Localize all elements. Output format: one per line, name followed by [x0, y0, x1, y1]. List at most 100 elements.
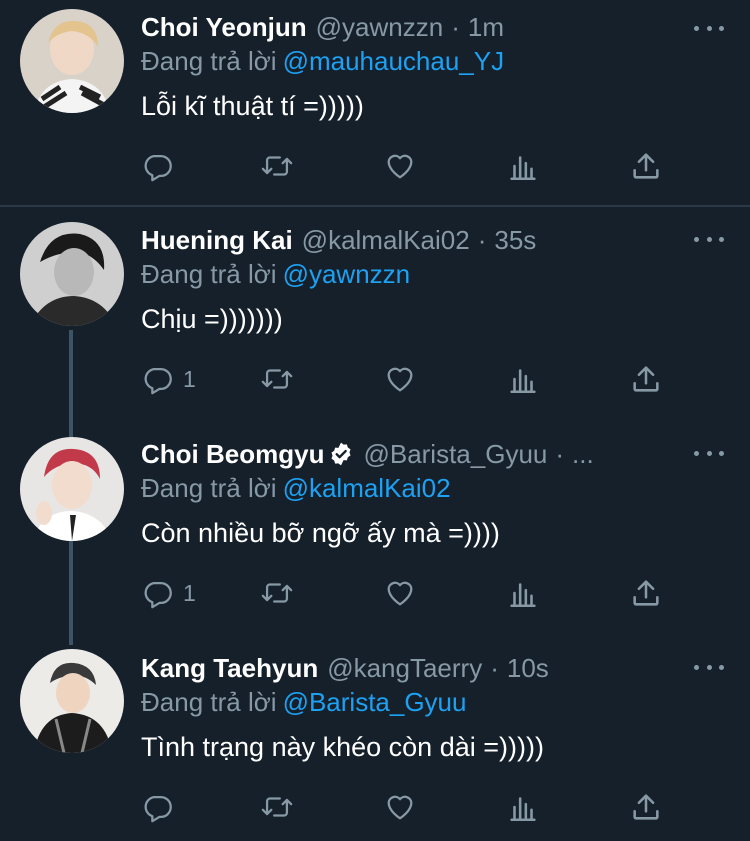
tweet-text: Còn nhiều bỡ ngỡ ấy mà =))))	[141, 518, 500, 548]
like-button[interactable]	[383, 148, 417, 184]
analytics-icon	[510, 583, 536, 608]
share-icon	[633, 794, 659, 820]
retweet-icon	[261, 369, 293, 389]
avatar[interactable]	[20, 649, 124, 753]
user-handle[interactable]: @yawnzzn	[316, 12, 444, 43]
thread-separator	[0, 205, 750, 207]
replying-to: Đang trả lời @Barista_Gyuu	[141, 687, 466, 718]
display-name[interactable]: Choi Beomgyu	[141, 439, 324, 470]
retweet-icon	[261, 156, 293, 176]
user-handle[interactable]: @kalmalKai02	[302, 225, 470, 256]
reply-button[interactable]: 1	[141, 361, 196, 397]
more-icon[interactable]	[694, 443, 724, 463]
verified-badge-icon	[331, 442, 351, 466]
retweet-button[interactable]	[260, 575, 294, 611]
tweet-header: Choi Yeonjun @yawnzzn · 1m	[141, 9, 691, 45]
analytics-icon	[510, 369, 536, 394]
user-handle[interactable]: @Barista_Gyuu	[363, 439, 547, 470]
reply-count: 1	[183, 579, 196, 606]
timestamp[interactable]: ...	[572, 439, 594, 470]
replying-mention[interactable]: @kalmalKai02	[283, 473, 451, 503]
share-icon	[633, 366, 659, 392]
analytics-icon	[510, 797, 536, 822]
tweet-item[interactable]: Choi Yeonjun @yawnzzn · 1m Đang trả lời @…	[0, 0, 750, 205]
display-name[interactable]: Kang Taehyun	[141, 653, 318, 684]
timestamp[interactable]: 35s	[494, 225, 536, 256]
tweet-text: Lỗi kĩ thuật tí =)))))	[141, 91, 364, 121]
tweet-header: Choi Beomgyu @Barista_Gyuu · ...	[141, 436, 691, 472]
tweet-header: Kang Taehyun @kangTaerry · 10s	[141, 650, 691, 686]
tweet-header: Huening Kai @kalmalKai02 · 35s	[141, 222, 691, 258]
avatar[interactable]	[20, 437, 124, 541]
replying-label: Đang trả lời	[141, 687, 277, 717]
retweet-button[interactable]	[260, 789, 294, 825]
tweet-item[interactable]: Kang Taehyun @kangTaerry · 10s Đang trả …	[0, 641, 750, 841]
share-button[interactable]	[629, 361, 663, 397]
timestamp[interactable]: 10s	[507, 653, 549, 684]
avatar[interactable]	[20, 222, 124, 326]
tweet-item[interactable]: Huening Kai @kalmalKai02 · 35s Đang trả …	[0, 213, 750, 428]
reply-button[interactable]: 1	[141, 575, 196, 611]
share-button[interactable]	[629, 148, 663, 184]
display-name[interactable]: Choi Yeonjun	[141, 12, 307, 43]
replying-mention[interactable]: @Barista_Gyuu	[283, 687, 467, 717]
replying-mention[interactable]: @mauhauchau_YJ	[283, 46, 505, 76]
replying-label: Đang trả lời	[141, 259, 277, 289]
tweet-text: Chịu =)))))))	[141, 304, 283, 334]
retweet-icon	[261, 797, 293, 817]
analytics-button[interactable]	[506, 789, 540, 825]
heart-icon	[387, 795, 413, 820]
share-icon	[633, 580, 659, 606]
separator-dot: ·	[451, 11, 460, 42]
replying-label: Đang trả lời	[141, 46, 277, 76]
reply-button[interactable]	[141, 789, 183, 825]
retweet-button[interactable]	[260, 148, 294, 184]
tweet-actions	[141, 148, 661, 184]
heart-icon	[387, 581, 413, 606]
reply-button[interactable]	[141, 148, 183, 184]
tweet-actions: 1	[141, 361, 661, 397]
avatar-image	[20, 649, 124, 753]
separator-dot: ·	[477, 224, 487, 255]
share-button[interactable]	[629, 789, 663, 825]
tweet-text: Tình trạng này khéo còn dài =)))))	[141, 732, 544, 762]
more-icon[interactable]	[694, 657, 724, 677]
analytics-button[interactable]	[506, 575, 540, 611]
replying-to: Đang trả lời @mauhauchau_YJ	[141, 46, 504, 77]
like-button[interactable]	[383, 789, 417, 825]
reply-icon	[144, 367, 172, 395]
reply-count: 1	[183, 365, 196, 392]
replying-mention[interactable]: @yawnzzn	[283, 259, 411, 289]
reply-icon	[144, 795, 172, 823]
display-name[interactable]: Huening Kai	[141, 225, 293, 256]
more-icon[interactable]	[694, 18, 724, 38]
tweet-actions	[141, 789, 661, 825]
avatar-image	[20, 222, 124, 326]
reply-icon	[144, 154, 172, 182]
retweet-icon	[261, 583, 293, 603]
replying-label: Đang trả lời	[141, 473, 277, 503]
share-icon	[633, 153, 659, 179]
like-button[interactable]	[383, 361, 417, 397]
tweet-item[interactable]: Choi Beomgyu @Barista_Gyuu · ... Đang tr…	[0, 427, 750, 642]
like-button[interactable]	[383, 575, 417, 611]
replying-to: Đang trả lời @yawnzzn	[141, 259, 410, 290]
user-handle[interactable]: @kangTaerry	[327, 653, 482, 684]
avatar-image	[20, 437, 124, 541]
analytics-button[interactable]	[506, 361, 540, 397]
timestamp[interactable]: 1m	[468, 12, 504, 43]
replying-to: Đang trả lời @kalmalKai02	[141, 473, 451, 504]
avatar-image	[20, 9, 124, 113]
retweet-button[interactable]	[260, 361, 294, 397]
analytics-icon	[510, 156, 536, 181]
reply-icon	[144, 581, 172, 609]
separator-dot: ·	[555, 438, 565, 469]
tweet-actions: 1	[141, 575, 661, 611]
more-icon[interactable]	[694, 229, 724, 249]
share-button[interactable]	[629, 575, 663, 611]
separator-dot: ·	[490, 652, 499, 683]
analytics-button[interactable]	[506, 148, 540, 184]
avatar[interactable]	[20, 9, 124, 113]
heart-icon	[387, 367, 413, 392]
heart-icon	[387, 154, 413, 179]
